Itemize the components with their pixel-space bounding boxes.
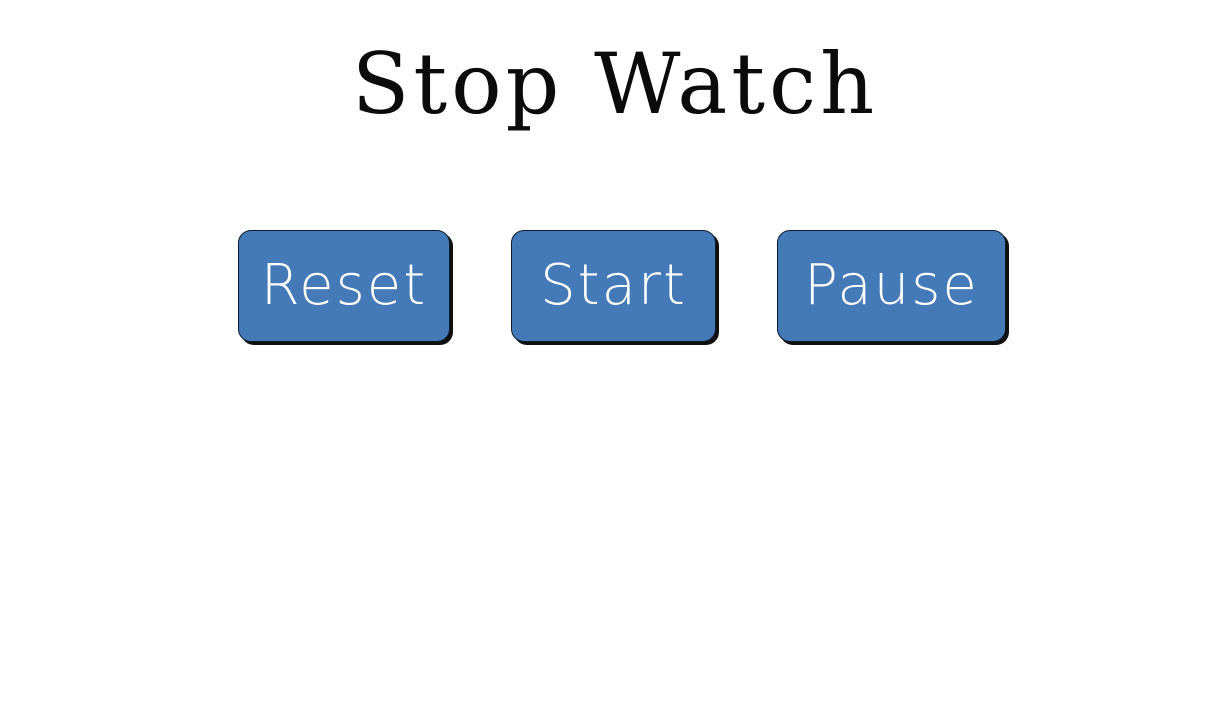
stopwatch-controls: Reset Start Pause [0,230,1230,346]
page-title: Stop Watch [351,35,879,133]
reset-button[interactable]: Reset [238,230,450,342]
start-button[interactable]: Start [511,230,716,342]
pause-button[interactable]: Pause [777,230,1006,342]
